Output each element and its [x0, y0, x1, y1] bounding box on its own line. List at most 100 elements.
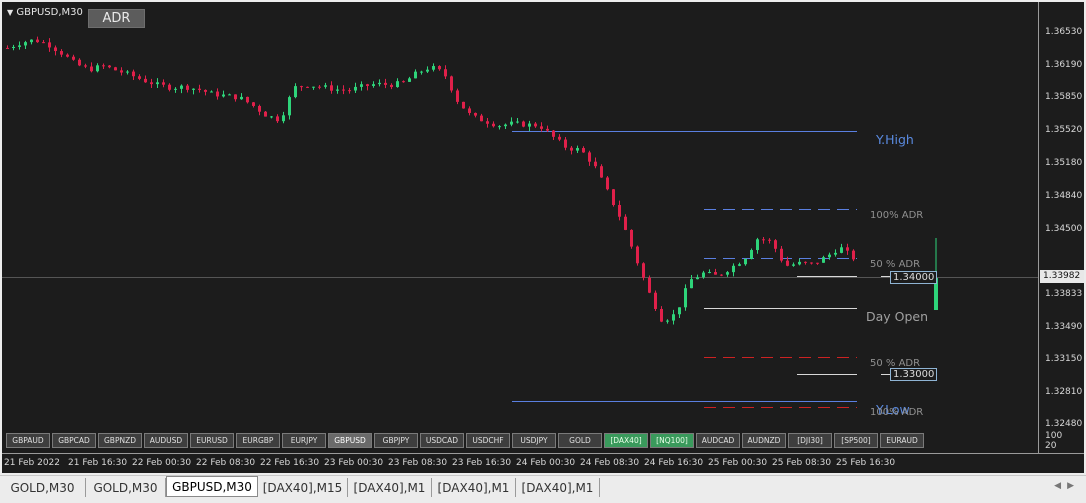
candle-body — [90, 66, 93, 72]
time-axis-label: 23 Feb 00:30 — [324, 458, 384, 468]
chart-tab[interactable]: GOLD,M30 — [0, 478, 86, 497]
symbol-button-audcad[interactable]: AUDCAD — [696, 433, 740, 448]
candle-body — [282, 115, 285, 122]
candle-body — [618, 205, 621, 217]
time-axis-label: 22 Feb 08:30 — [196, 458, 256, 468]
candle-body — [204, 89, 207, 92]
chevron-down-icon[interactable]: ▼ — [7, 8, 13, 17]
candle-body — [594, 161, 597, 167]
candle-body — [246, 96, 249, 103]
symbol-button-audnzd[interactable]: AUDNZD — [742, 433, 786, 448]
time-axis[interactable]: 21 Feb 2022 21 Feb 16:30 22 Feb 00:30 22 Fe… — [2, 453, 1084, 473]
chart-tab[interactable]: GBPUSD,M30 — [166, 476, 258, 497]
candle-body — [504, 124, 507, 127]
adr-button[interactable]: ADR — [88, 9, 145, 28]
symbol-button-gbpjpy[interactable]: GBPJPY — [374, 433, 418, 448]
symbol-button-eurjpy[interactable]: EURJPY — [282, 433, 326, 448]
time-axis-label: 24 Feb 08:30 — [580, 458, 640, 468]
candle-body — [486, 121, 489, 124]
symbol-button-gold[interactable]: GOLD — [558, 433, 602, 448]
window-title[interactable]: ▼ GBPUSD,M30 — [7, 7, 83, 18]
candle-body — [36, 39, 39, 43]
candle-body — [186, 85, 189, 90]
tab-scroll-arrows-icon[interactable]: ◀▶ — [1054, 481, 1080, 491]
candle-body — [684, 288, 687, 308]
symbol-button-gbpnzd[interactable]: GBPNZD — [98, 433, 142, 448]
candle-body — [774, 240, 777, 249]
price-axis[interactable]: 1.33982 100 20 1.36530 1.36190 1.35850 1.35… — [1038, 2, 1084, 453]
candle-body — [60, 51, 63, 55]
chart-tab[interactable]: GOLD,M30 — [86, 478, 166, 497]
symbol-button-gbpusd[interactable]: GBPUSD — [328, 433, 372, 448]
candle-body — [558, 136, 561, 140]
candle-body — [534, 123, 537, 127]
chart-tab[interactable]: [DAX40],M15 — [258, 478, 348, 497]
time-axis-label: 22 Feb 00:30 — [132, 458, 192, 468]
symbol-button-euraud[interactable]: EURAUD — [880, 433, 924, 448]
chart-tab[interactable]: [DAX40],M1 — [432, 478, 516, 497]
candle-body — [702, 272, 705, 278]
y-high-label: Y.High — [876, 132, 914, 147]
candle-body — [162, 82, 165, 85]
candle-body — [354, 86, 357, 91]
candle-body — [402, 81, 405, 83]
candle-body — [546, 128, 549, 131]
candle-body — [66, 54, 69, 57]
symbol-button-usdchf[interactable]: USDCHF — [466, 433, 510, 448]
candle-body — [648, 277, 651, 293]
candle-body — [264, 111, 267, 117]
candle-body — [210, 91, 213, 93]
candle-body — [522, 121, 525, 127]
symbol-bar: GBPAUD GBPCAD GBPNZD AUDUSD EURUSD EURGBP EURJ… — [6, 433, 924, 450]
price-axis-label: 1.35180 — [1045, 158, 1083, 168]
candle-body — [582, 148, 585, 153]
candle-body — [258, 105, 261, 112]
candle-body — [54, 47, 57, 52]
candle-body — [72, 56, 75, 60]
candle-body — [456, 90, 459, 102]
candle-body — [102, 65, 105, 67]
candle-body — [252, 102, 255, 106]
candle-body — [852, 250, 855, 260]
candle-body — [672, 314, 675, 321]
candle-body — [288, 97, 291, 116]
time-axis-label: 25 Feb 00:30 — [708, 458, 768, 468]
symbol-button-audusd[interactable]: AUDUSD — [144, 433, 188, 448]
candle-body — [798, 261, 801, 265]
candle-body — [834, 252, 837, 255]
candle-body — [396, 81, 399, 88]
candle-body — [78, 59, 81, 66]
symbol-button-nq100[interactable]: [NQ100] — [650, 433, 694, 448]
candle-body — [120, 70, 123, 73]
time-axis-label: 25 Feb 08:30 — [772, 458, 832, 468]
candle-body — [474, 112, 477, 116]
chart-area[interactable]: ▼ GBPUSD,M30 ADR Y.High 100% ADR 50 % AD… — [2, 2, 1038, 453]
candle-body — [690, 279, 693, 289]
symbol-button-eurusd[interactable]: EURUSD — [190, 433, 234, 448]
candle-body — [756, 239, 759, 251]
candle-body — [420, 71, 423, 73]
candle-body — [240, 96, 243, 100]
symbol-button-dji30[interactable]: [DJI30] — [788, 433, 832, 448]
candle-body — [780, 248, 783, 261]
candle-body — [12, 46, 15, 48]
symbol-button-gbpcad[interactable]: GBPCAD — [52, 433, 96, 448]
adr-100-lower-label: 100% ADR — [870, 407, 924, 418]
candle-body — [114, 67, 117, 71]
price-axis-label: 1.33150 — [1045, 354, 1083, 364]
candle-body — [516, 121, 519, 123]
candle-body — [666, 320, 669, 322]
symbol-button-dax40[interactable]: [DAX40] — [604, 433, 648, 448]
candle-body — [462, 101, 465, 109]
symbol-button-eurgbp[interactable]: EURGBP — [236, 433, 280, 448]
candle-body — [450, 76, 453, 91]
chart-tab[interactable]: [DAX40],M1 — [348, 478, 432, 497]
candle-body — [126, 71, 129, 73]
symbol-button-sp500[interactable]: [SP500] — [834, 433, 878, 448]
symbol-button-usdcad[interactable]: USDCAD — [420, 433, 464, 448]
price-axis-label: 1.32810 — [1045, 387, 1083, 397]
symbol-button-gbpaud[interactable]: GBPAUD — [6, 433, 50, 448]
price-axis-label: 1.34500 — [1045, 224, 1083, 234]
symbol-button-usdjpy[interactable]: USDJPY — [512, 433, 556, 448]
chart-tab[interactable]: [DAX40],M1 — [516, 478, 600, 497]
